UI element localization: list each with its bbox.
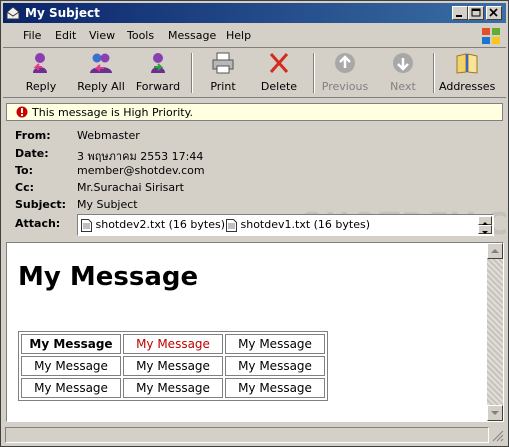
date-label: Date: [15,147,49,160]
attach-label: Attach: [15,217,61,230]
print-label: Print [210,80,236,93]
minimize-button[interactable] [452,6,468,20]
attachments-scroll-down[interactable] [478,225,492,234]
next-button[interactable]: Next [383,51,423,95]
attachments-field: shotdev2.txt (16 bytes) shotdev1.txt (16… [77,214,494,236]
previous-arrow-icon [335,53,355,73]
maximize-icon [471,8,481,17]
previous-label: Previous [321,80,369,93]
reply-icon [33,53,47,73]
table-cell: My Message [225,378,325,398]
attachments-scroll-up[interactable] [478,216,492,225]
address-book-icon [456,53,478,74]
attachment-name: shotdev2.txt (16 bytes) [95,218,226,231]
text-file-icon [226,218,237,232]
table-row: My Message My Message My Message [21,334,325,354]
table-cell: My Message [21,378,121,398]
chevron-down-icon [491,411,499,415]
table-cell: My Message [123,356,223,376]
printer-icon [212,52,234,74]
priority-notice-bar: This message is High Priority. [6,103,503,121]
toolbar-separator [313,53,315,93]
message-heading: My Message [18,262,199,292]
attachment-item[interactable]: shotdev1.txt (16 bytes) [226,218,370,232]
delete-x-icon [269,53,289,73]
cc-label: Cc: [15,181,34,194]
table-row: My Message My Message My Message [21,378,325,398]
print-button[interactable]: Print [203,51,243,95]
menu-edit[interactable]: Edit [55,29,76,42]
table-row: My Message My Message My Message [21,356,325,376]
menu-tools[interactable]: Tools [127,29,154,42]
menu-file[interactable]: File [23,29,41,42]
menu-view[interactable]: View [89,29,115,42]
message-table: My Message My Message My Message My Mess… [18,331,328,401]
high-priority-icon [16,106,28,118]
delete-button[interactable]: Delete [259,51,299,95]
vertical-scrollbar[interactable] [487,243,503,421]
table-cell: My Message [225,356,325,376]
menu-help[interactable]: Help [226,29,251,42]
message-window: My Subject File Edit View Tools Message … [0,0,509,447]
menu-bar: File Edit View Tools Message Help [3,25,506,48]
reply-label: Reply [25,80,57,93]
reply-all-button[interactable]: Reply All [75,51,127,95]
attachment-name: shotdev1.txt (16 bytes) [240,218,371,231]
scroll-up-button[interactable] [487,243,503,259]
menu-message[interactable]: Message [168,29,216,42]
toolbar: Reply Reply All Forward Print Delete Pre… [3,49,506,98]
close-button[interactable] [486,6,502,20]
subject-value: My Subject [77,198,138,211]
text-file-icon [81,218,92,232]
status-panel [5,427,489,443]
envelope-icon [6,6,20,20]
attachment-item[interactable]: shotdev2.txt (16 bytes) [81,218,225,232]
to-value: member@shotdev.com [77,164,205,177]
to-label: To: [15,164,33,177]
addresses-label: Addresses [439,80,496,93]
addresses-button[interactable]: Addresses [439,51,495,95]
reply-all-icon [90,53,112,73]
table-cell: My Message [21,334,121,354]
forward-icon [151,53,165,73]
cc-value: Mr.Surachai Sirisart [77,181,184,194]
resize-grip-icon[interactable] [491,429,504,442]
chevron-down-icon [482,231,488,234]
table-cell: My Message [123,378,223,398]
date-value: 3 พฤษภาคม 2553 17:44 [77,150,204,163]
delete-label: Delete [260,80,298,93]
from-value: Webmaster [77,129,140,142]
table-cell: My Message [225,334,325,354]
next-label: Next [390,80,416,93]
toolbar-separator [191,53,193,93]
toolbar-separator [433,53,435,93]
table-cell: My Message [21,356,121,376]
minimize-icon [456,15,462,17]
reply-all-label: Reply All [77,80,125,93]
previous-button[interactable]: Previous [321,51,369,95]
chevron-up-icon [491,249,499,253]
next-arrow-icon [393,53,413,73]
windows-logo-icon [482,28,500,44]
subject-label: Subject: [15,198,67,211]
title-bar[interactable]: My Subject [3,3,506,23]
maximize-button[interactable] [468,6,484,20]
forward-button[interactable]: Forward [133,51,183,95]
close-icon [489,8,498,17]
message-body[interactable]: My Message My Message My Message My Mess… [6,242,504,422]
forward-label: Forward [135,80,181,93]
from-label: From: [15,129,51,142]
priority-notice-text: This message is High Priority. [32,106,194,119]
table-cell: My Message [123,334,223,354]
window-title: My Subject [25,6,100,20]
status-bar [3,426,506,444]
scroll-down-button[interactable] [487,405,503,421]
reply-button[interactable]: Reply [19,51,63,95]
